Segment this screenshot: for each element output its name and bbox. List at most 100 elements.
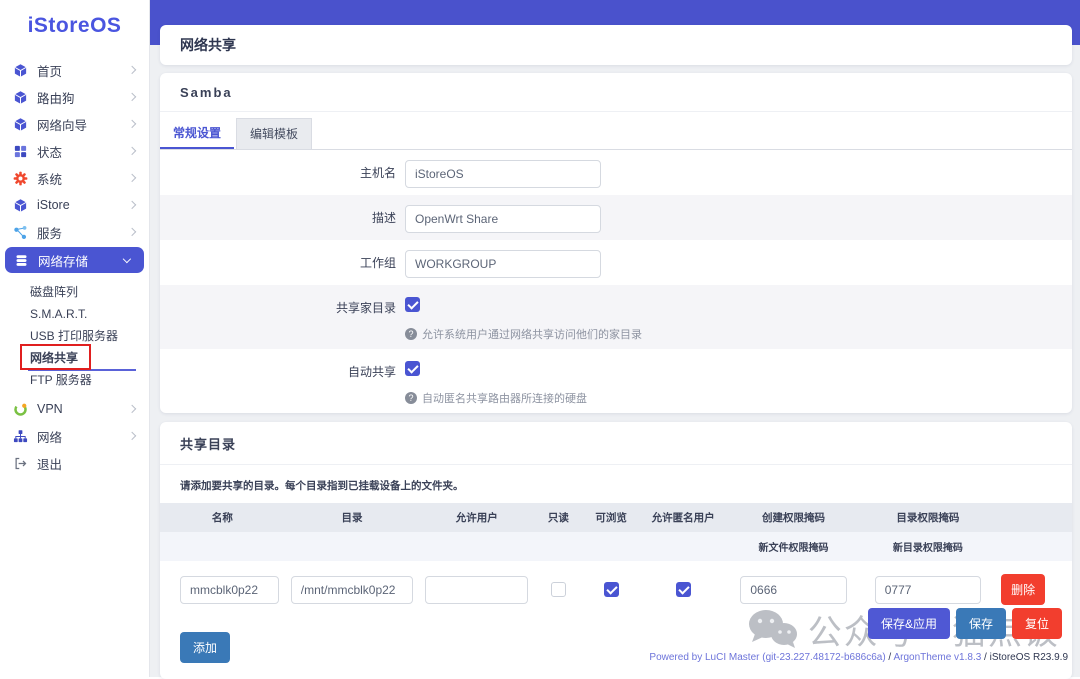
chevron-down-icon xyxy=(123,254,131,262)
footer: Powered by LuCI Master (git-23.227.48172… xyxy=(649,652,1068,663)
tab-edit-template[interactable]: 编辑模板 xyxy=(236,118,312,149)
col-path[interactable]: 目录 xyxy=(285,503,419,532)
share-name-input[interactable] xyxy=(180,576,279,604)
samba-section: Samba 常规设置 编辑模板 主机名 描述 工作组 共享家目录 xyxy=(160,73,1072,413)
shared-directories-description: 请添加要共享的目录。每个目录指到已挂载设备上的文件夹。 xyxy=(160,465,1072,503)
sidebar-item-system[interactable]: 系统 xyxy=(0,165,149,191)
tab-general-settings[interactable]: 常规设置 xyxy=(160,118,234,149)
chevron-right-icon xyxy=(128,174,136,182)
chevron-right-icon xyxy=(128,201,136,209)
sitemap-icon xyxy=(13,429,28,444)
sidebar-item-label: 状态 xyxy=(37,142,62,161)
sidebar-item-vpn[interactable]: VPN xyxy=(0,396,149,422)
chevron-right-icon xyxy=(128,147,136,155)
sidebar-subitem-ftp[interactable]: FTP 服务器 xyxy=(0,369,149,391)
create-mask-input[interactable] xyxy=(740,576,846,604)
share-users-input[interactable] xyxy=(425,576,528,604)
sidebar-item-routerdog[interactable]: 路由狗 xyxy=(0,84,149,110)
col-name: 名称 xyxy=(160,503,285,532)
database-icon xyxy=(14,253,29,268)
chevron-right-icon xyxy=(128,228,136,236)
add-button[interactable]: 添加 xyxy=(180,632,230,663)
page-title: 网络共享 xyxy=(160,25,1072,65)
share-path-input[interactable] xyxy=(291,576,413,604)
col-read-only: 只读 xyxy=(534,503,582,532)
browseable-checkbox[interactable] xyxy=(604,582,619,597)
cube-icon xyxy=(13,198,28,213)
samba-tabs: 常规设置 编辑模板 xyxy=(160,112,1072,150)
sidebar-item-label: 网络向导 xyxy=(37,115,87,134)
workgroup-input[interactable] xyxy=(405,250,601,278)
chevron-right-icon xyxy=(128,432,136,440)
chevron-right-icon xyxy=(128,93,136,101)
form-row-hostname: 主机名 xyxy=(160,150,1072,195)
sidebar-subitem-smart[interactable]: S.M.A.R.T. xyxy=(0,303,149,325)
auto-share-label: 自动共享 xyxy=(160,356,405,380)
app-logo: iStoreOS xyxy=(0,0,149,56)
shared-directories-table: 名称 目录 允许用户 只读 可浏览 允许匿名用户 创建权限掩码 目录权限掩码 新… xyxy=(160,503,1072,619)
footer-theme-link[interactable]: ArgonTheme v1.8.3 xyxy=(893,652,981,663)
description-label: 描述 xyxy=(160,202,405,226)
reset-button[interactable]: 复位 xyxy=(1012,608,1062,639)
share-home-help: 允许系统用户通过网络共享访问他们的家目录 xyxy=(422,326,642,342)
sidebar-item-label: VPN xyxy=(37,402,63,416)
wechat-icon xyxy=(746,608,798,652)
footer-separator: / xyxy=(981,652,989,663)
hostname-label: 主机名 xyxy=(160,157,405,181)
sub-item-label: FTP 服务器 xyxy=(30,373,92,387)
page-actions: 保存&应用 保存 复位 xyxy=(868,608,1062,639)
sidebar-item-network-wizard[interactable]: 网络向导 xyxy=(0,111,149,137)
sidebar-item-logout[interactable]: 退出 xyxy=(0,450,149,476)
sidebar-item-label: 系统 xyxy=(37,169,62,188)
workgroup-label: 工作组 xyxy=(160,247,405,271)
shared-directories-title: 共享目录 xyxy=(160,422,1072,465)
sidebar-item-network[interactable]: 网络 xyxy=(0,423,149,449)
form-row-workgroup: 工作组 xyxy=(160,240,1072,285)
save-button[interactable]: 保存 xyxy=(956,608,1006,639)
chevron-right-icon xyxy=(128,66,136,74)
subcol-dir-mask: 新目录权限掩码 xyxy=(861,532,995,561)
sub-item-label: 网络共享 xyxy=(30,351,78,365)
chevron-right-icon xyxy=(128,405,136,413)
sidebar-item-services[interactable]: 服务 xyxy=(0,219,149,245)
sidebar-item-label: iStore xyxy=(37,198,70,212)
storage-submenu: 磁盘阵列 S.M.A.R.T. USB 打印服务器 网络共享 FTP 服务器 xyxy=(0,275,149,395)
sidebar-item-home[interactable]: 首页 xyxy=(0,57,149,83)
cube-icon xyxy=(13,90,28,105)
allow-guests-checkbox[interactable] xyxy=(676,582,691,597)
auto-share-checkbox[interactable] xyxy=(405,361,420,376)
description-input[interactable] xyxy=(405,205,601,233)
sidebar-item-istore[interactable]: iStore xyxy=(0,192,149,218)
help-icon xyxy=(405,328,417,340)
footer-luci-link[interactable]: Powered by LuCI Master (git-23.227.48172… xyxy=(649,652,885,663)
col-users: 允许用户 xyxy=(419,503,534,532)
help-icon xyxy=(405,392,417,404)
read-only-checkbox[interactable] xyxy=(551,582,566,597)
share-home-label: 共享家目录 xyxy=(160,292,405,316)
col-allow-guests: 允许匿名用户 xyxy=(640,503,726,532)
save-apply-button[interactable]: 保存&应用 xyxy=(868,608,950,639)
sidebar-item-network-storage[interactable]: 网络存储 xyxy=(5,247,144,273)
sub-item-label: S.M.A.R.T. xyxy=(30,307,87,321)
sidebar-item-status[interactable]: 状态 xyxy=(0,138,149,164)
samba-section-title: Samba xyxy=(160,73,1072,112)
sidebar-item-label: 网络存储 xyxy=(38,251,88,270)
cube-icon xyxy=(13,63,28,78)
sub-item-label: 磁盘阵列 xyxy=(30,285,78,299)
col-dir-mask: 目录权限掩码 xyxy=(861,503,995,532)
delete-button[interactable]: 删除 xyxy=(1001,574,1045,605)
footer-os-version: iStoreOS R23.9.9 xyxy=(990,652,1068,663)
table-header-row: 名称 目录 允许用户 只读 可浏览 允许匿名用户 创建权限掩码 目录权限掩码 xyxy=(160,503,1072,532)
hostname-input[interactable] xyxy=(405,160,601,188)
col-browseable: 可浏览 xyxy=(582,503,640,532)
sidebar-subitem-raid[interactable]: 磁盘阵列 xyxy=(0,281,149,303)
main-area: 网络共享 Samba 常规设置 编辑模板 主机名 描述 工作组 共享家目录 xyxy=(150,0,1080,677)
sidebar-subitem-usb-print[interactable]: USB 打印服务器 xyxy=(0,325,149,347)
cube-icon xyxy=(13,117,28,132)
sidebar-subitem-network-share[interactable]: 网络共享 xyxy=(0,347,149,369)
share-home-checkbox[interactable] xyxy=(405,297,420,312)
auto-share-help: 自动匿名共享路由器所连接的硬盘 xyxy=(422,390,587,406)
dir-mask-input[interactable] xyxy=(875,576,981,604)
logout-icon xyxy=(13,456,28,471)
form-row-auto-share: 自动共享 自动匿名共享路由器所连接的硬盘 xyxy=(160,349,1072,413)
